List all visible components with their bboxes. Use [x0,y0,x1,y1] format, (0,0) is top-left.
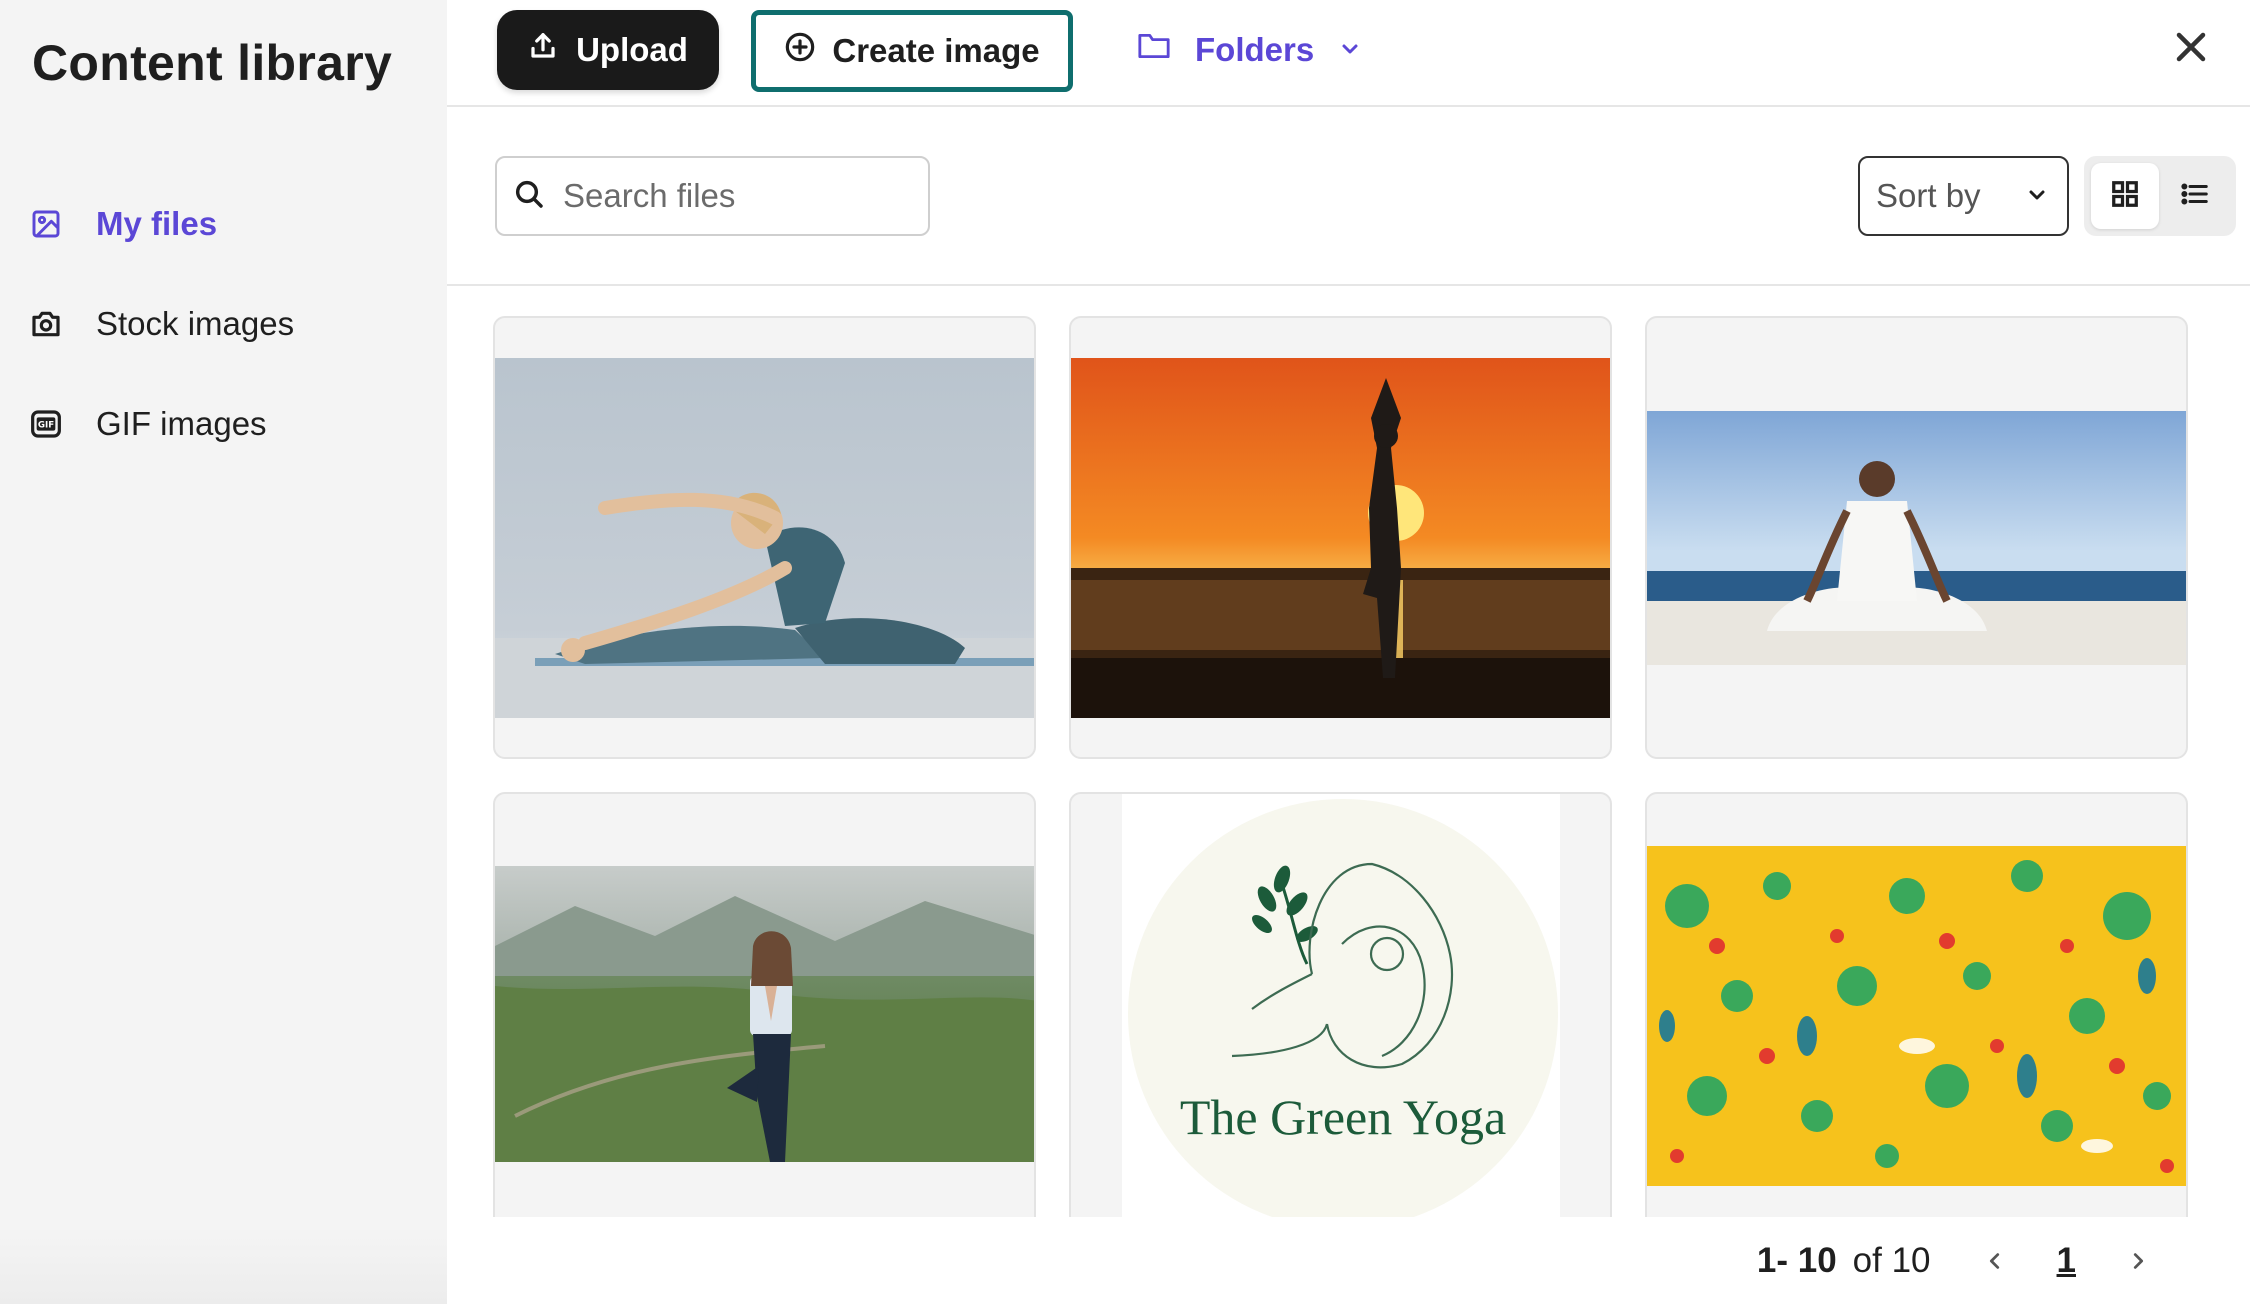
create-image-button[interactable]: Create image [751,10,1073,92]
search-box[interactable] [495,156,930,236]
sort-by-dropdown[interactable]: Sort by [1858,156,2069,236]
thumbnail-the-green-yoga-logo: The Green Yoga [1122,794,1560,1217]
upload-icon [528,31,558,69]
grid-icon [2110,179,2140,214]
plus-circle-icon [784,31,816,71]
pagination: 1- 10 of 10 1 [447,1217,2250,1304]
thumbnail-tree-pose-sunset-lake [1071,358,1610,718]
image-card-desert-cactus-pattern[interactable] [1645,792,2188,1217]
chevron-down-icon [2025,177,2049,215]
gif-icon: GIF [30,408,62,440]
view-toggle [2084,156,2236,236]
page-number-current[interactable]: 1 [2057,1241,2076,1281]
search-input[interactable] [563,177,903,215]
folders-dropdown[interactable]: Folders [1137,20,1362,80]
sidebar-item-label: Stock images [96,305,295,342]
chevron-left-icon [1984,1241,2006,1281]
sidebar: Content library My files Stock images GI… [0,0,447,1304]
pagination-total: of 10 [1852,1240,1931,1280]
camera-icon [30,308,62,340]
image-icon [30,208,62,240]
sidebar-bottom-fade [0,1234,447,1304]
upload-label: Upload [576,31,688,68]
sort-by-label: Sort by [1876,177,1981,214]
image-grid: The Green Yoga [447,288,2250,1217]
image-card-tree-pose-sunset-lake[interactable] [1069,316,1612,759]
close-icon [2173,29,2209,70]
sidebar-item-label: GIF images [96,405,267,442]
toolbar: Sort by [447,107,2250,286]
sidebar-item-stock-images[interactable]: Stock images [30,296,294,352]
list-icon [2179,179,2211,214]
folders-label: Folders [1195,31,1315,68]
thumbnail-tree-pose-in-meadow [495,866,1034,1162]
green-yoga-logo-text: The Green Yoga [1180,1089,1506,1145]
image-card-meditation-on-beach[interactable] [1645,316,2188,759]
previous-page-button[interactable] [1975,1241,2015,1281]
sidebar-item-gif-images[interactable]: GIF GIF images [30,396,267,452]
thumbnail-desert-cactus-pattern [1647,846,2186,1186]
folder-icon [1137,31,1171,69]
svg-text:GIF: GIF [38,420,54,430]
image-card-tree-pose-in-meadow[interactable] [493,792,1036,1217]
top-bar: Upload Create image Folders [447,0,2250,107]
chevron-down-icon [1338,31,1362,69]
close-button[interactable] [2168,26,2214,72]
next-page-button[interactable] [2118,1241,2158,1281]
sidebar-title: Content library [32,35,393,91]
create-image-label: Create image [832,32,1040,69]
chevron-right-icon [2127,1241,2149,1281]
thumbnail-woman-stretching-on-mat [495,358,1034,718]
image-card-the-green-yoga-logo[interactable]: The Green Yoga [1069,792,1612,1217]
search-icon [513,178,545,215]
grid-view-button[interactable] [2091,163,2159,229]
upload-button[interactable]: Upload [497,10,719,90]
pagination-range: 1- 10 [1756,1240,1837,1280]
image-card-woman-stretching-on-mat[interactable] [493,316,1036,759]
sidebar-item-label: My files [96,205,218,242]
list-view-button[interactable] [2161,163,2229,229]
sidebar-item-my-files[interactable]: My files [30,196,217,252]
thumbnail-meditation-on-beach [1647,411,2186,665]
